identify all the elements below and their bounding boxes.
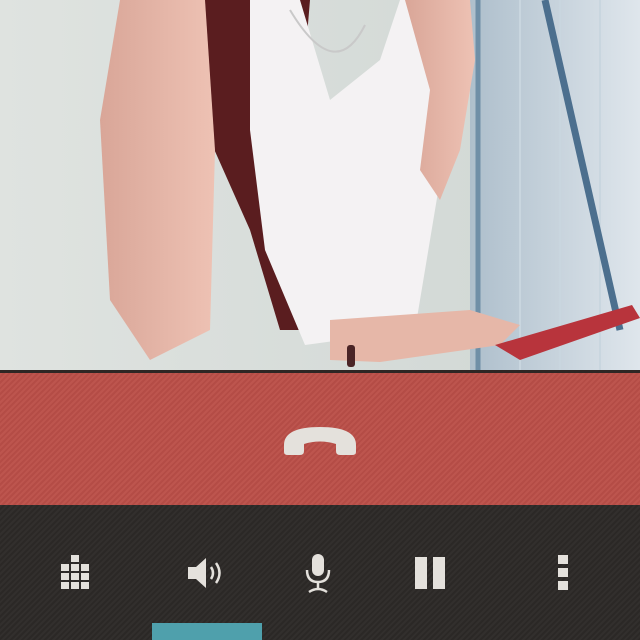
call-screen [0,0,640,640]
more-vertical-icon [541,551,585,595]
phone-hangup-icon [276,419,364,459]
speaker-icon [184,551,228,595]
speaker-button[interactable] [150,505,262,640]
hold-button[interactable] [374,505,486,640]
pause-icon [408,551,452,595]
microphone-icon [296,551,340,595]
more-options-button[interactable] [486,505,640,640]
call-controls [0,505,640,640]
dialpad-button[interactable] [0,505,150,640]
speaker-active-indicator [152,623,262,640]
contact-photo [0,0,640,370]
mute-button[interactable] [262,505,374,640]
end-call-button[interactable] [0,373,640,505]
dialpad-icon [53,551,97,595]
